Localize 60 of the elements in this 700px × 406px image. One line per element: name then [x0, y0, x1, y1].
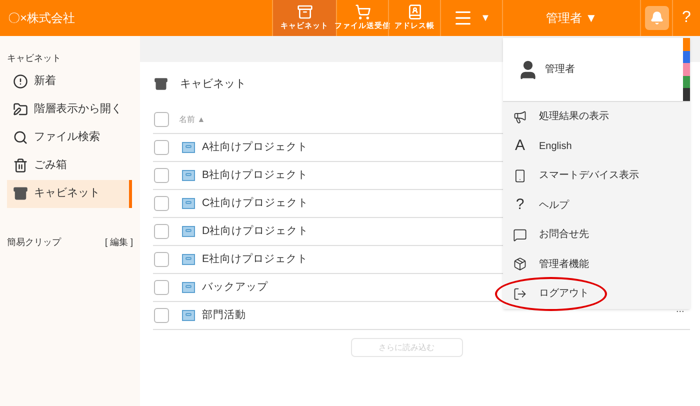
- folder-icon: [182, 254, 195, 265]
- file-name: B社向けプロジェクト: [202, 168, 308, 183]
- folder-icon: [182, 170, 195, 181]
- file-name: E社向けプロジェクト: [202, 252, 308, 267]
- theme-swatch[interactable]: [683, 76, 690, 88]
- sidebar-item[interactable]: キャビネット: [7, 180, 132, 208]
- menu-item[interactable]: A English: [503, 132, 690, 161]
- menu-glyph: ?: [514, 195, 526, 215]
- checkbox[interactable]: [154, 140, 169, 155]
- section-label: キャビネット: [6, 52, 62, 65]
- folder-icon: [182, 310, 195, 321]
- checkbox[interactable]: [154, 196, 169, 211]
- menu-item[interactable]: 処理結果の表示: [503, 102, 690, 132]
- theme-swatch[interactable]: [683, 63, 690, 76]
- cabinet-icon: [296, 4, 312, 20]
- file-name: バックアップ: [202, 280, 268, 295]
- content-title: キャビネット: [180, 76, 246, 92]
- checkbox[interactable]: [154, 112, 169, 127]
- menu-glyph: A: [514, 136, 526, 156]
- exclamation-icon: [13, 74, 28, 89]
- section-label: 簡易クリップ: [7, 236, 61, 248]
- checkbox[interactable]: [154, 224, 169, 239]
- speech-bubble-icon: [513, 228, 527, 242]
- company-logo: 〇×株式会社: [7, 10, 76, 27]
- edit-link[interactable]: [ 編集 ]: [104, 236, 133, 249]
- folder-icon: [182, 226, 195, 237]
- checkbox[interactable]: [154, 252, 169, 267]
- menu-item[interactable]: スマートデバイス表示: [503, 161, 690, 190]
- user-name: 管理者: [545, 62, 575, 77]
- menu-item[interactable]: ? ヘルプ: [503, 190, 690, 220]
- file-name: D社向けプロジェクト: [202, 224, 309, 239]
- sidebar-item[interactable]: 新着: [7, 68, 132, 96]
- folder-icon: [182, 142, 195, 153]
- theme-swatch[interactable]: [683, 38, 690, 51]
- folder-icon: [13, 102, 28, 117]
- cart-icon: [354, 4, 370, 20]
- checkbox[interactable]: [154, 308, 169, 323]
- sidebar-item[interactable]: ファイル検索: [7, 124, 132, 152]
- bell-icon: [650, 11, 664, 25]
- smartphone-icon: [513, 168, 527, 183]
- sidebar-item[interactable]: ごみ箱: [7, 152, 132, 180]
- file-name: 部門活動: [202, 308, 246, 323]
- sidebar-item[interactable]: 階層表示から開く: [7, 96, 132, 124]
- megaphone-icon: [513, 110, 527, 124]
- trash-icon: [13, 158, 28, 173]
- theme-swatch[interactable]: [683, 50, 690, 64]
- cabinet-icon: [13, 186, 28, 201]
- logout-icon: [513, 286, 527, 301]
- theme-swatch[interactable]: [683, 88, 690, 101]
- folder-icon: [182, 282, 195, 293]
- address-book-icon: [406, 4, 422, 20]
- cabinet-icon: [154, 77, 168, 91]
- checkbox[interactable]: [154, 280, 169, 295]
- checkbox[interactable]: [154, 168, 169, 183]
- file-name: A社向けプロジェクト: [202, 140, 308, 155]
- search-icon: [13, 130, 28, 145]
- toolbox-icon: [513, 257, 527, 272]
- folder-icon: [182, 198, 195, 209]
- file-name: C社向けプロジェクト: [202, 196, 309, 211]
- notification-button[interactable]: [644, 6, 668, 30]
